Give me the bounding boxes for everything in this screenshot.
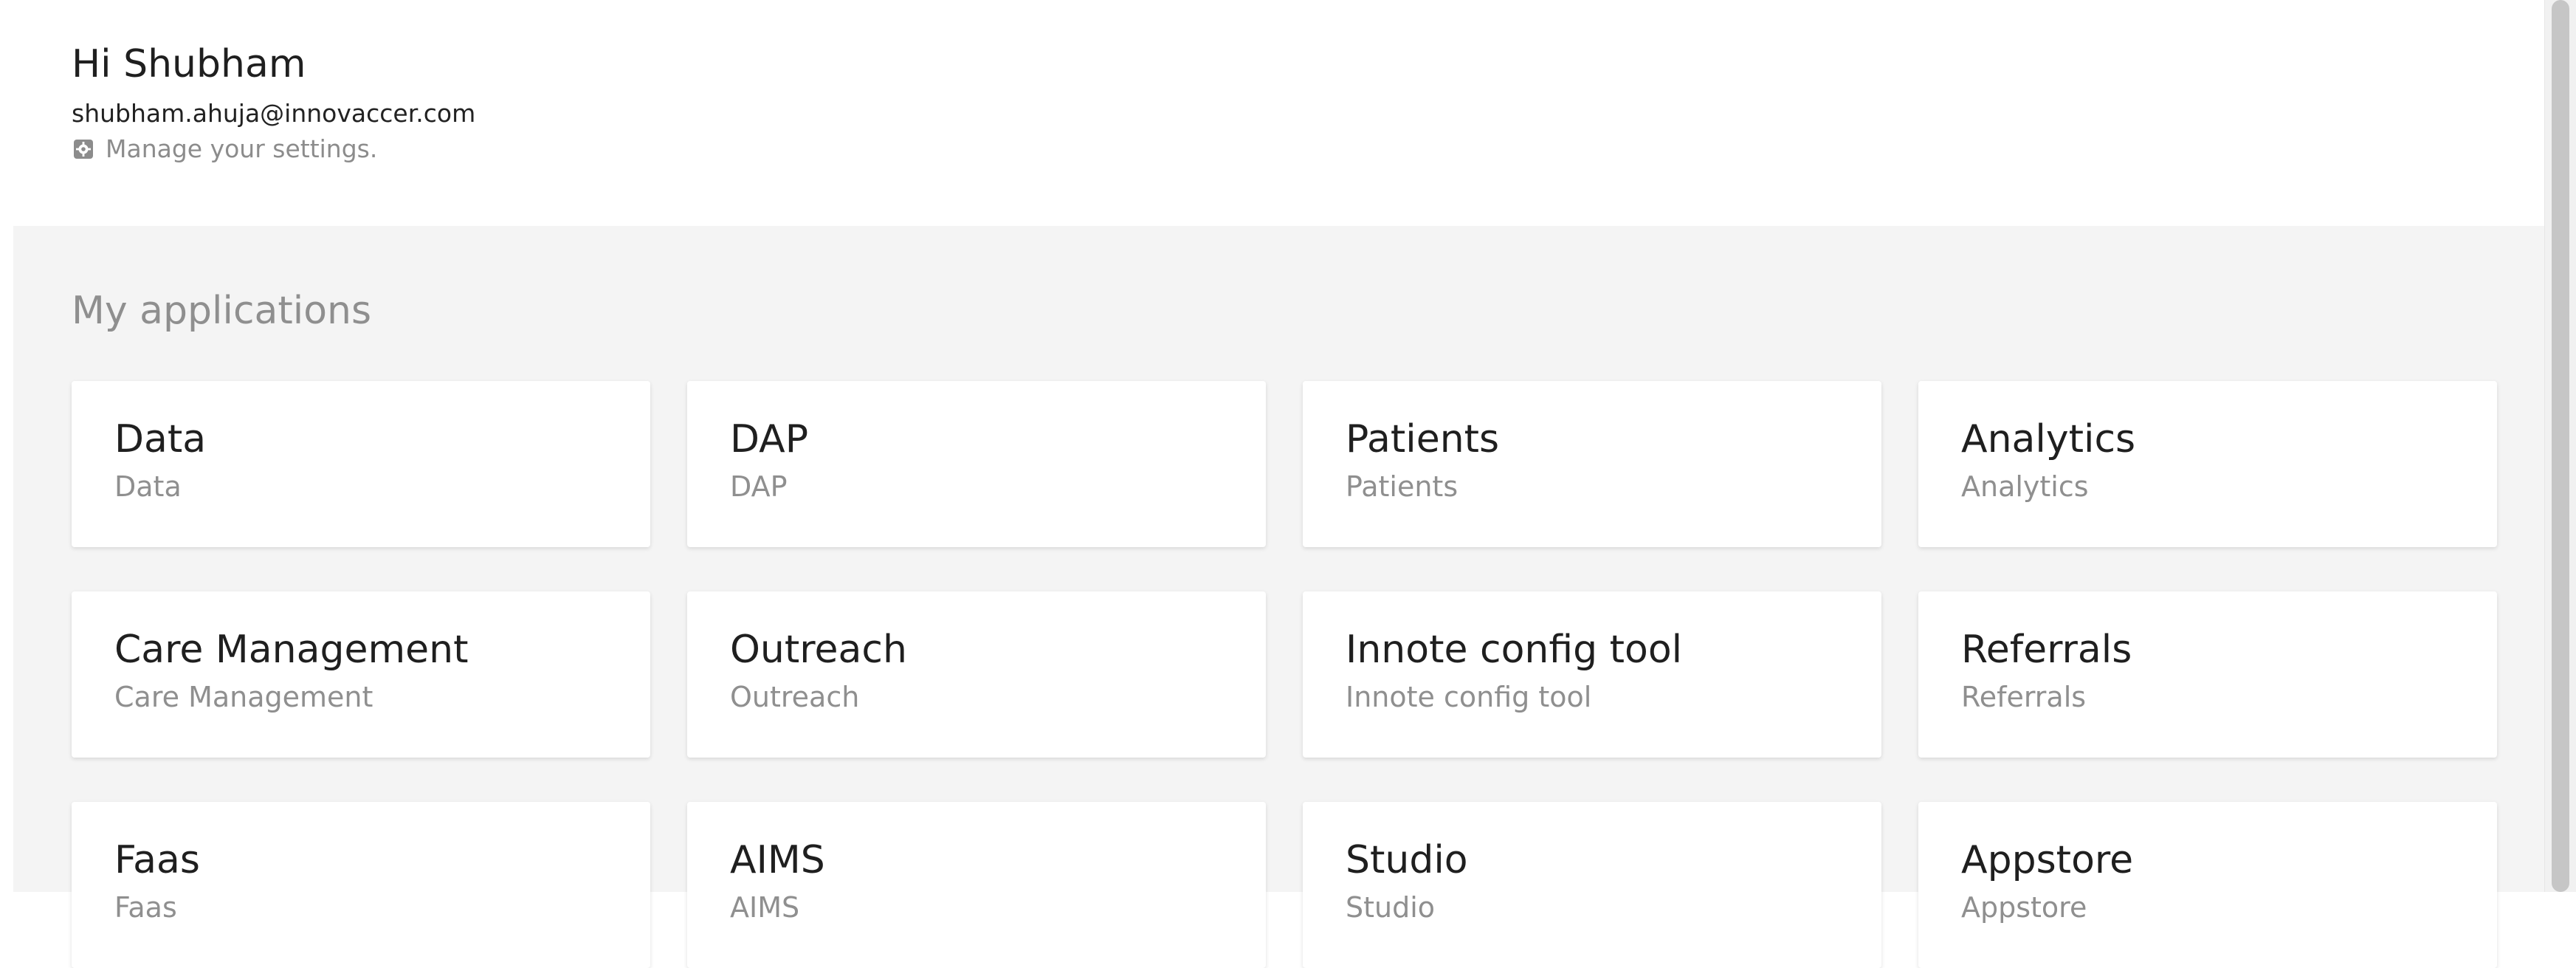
app-card-data[interactable]: Data Data (72, 381, 650, 547)
app-card-subtitle: AIMS (730, 891, 800, 924)
manage-settings-link[interactable]: Manage your settings. (72, 133, 957, 165)
applications-title: My applications (72, 289, 372, 333)
app-card-subtitle: Data (114, 470, 182, 503)
applications-section: My applications Data Data DAP DAP Patien… (13, 226, 2545, 968)
app-card-title: Analytics (1961, 417, 2136, 461)
app-card-subtitle: Referrals (1961, 681, 2087, 713)
app-home-page: Hi Shubham shubham.ahuja@innovaccer.com … (0, 0, 2545, 968)
vertical-scrollbar[interactable] (2544, 0, 2576, 892)
app-card-referrals[interactable]: Referrals Referrals (1918, 591, 2497, 758)
app-card-title: DAP (730, 417, 809, 461)
app-card-aims[interactable]: AIMS AIMS (687, 802, 1266, 968)
app-card-subtitle: Appstore (1961, 891, 2087, 924)
gear-icon (72, 137, 95, 161)
settings-label: Manage your settings. (106, 134, 378, 163)
app-card-title: AIMS (730, 838, 825, 882)
app-card-title: Data (114, 417, 207, 461)
user-email: shubham.ahuja@innovaccer.com (72, 99, 476, 128)
app-card-title: Appstore (1961, 838, 2134, 882)
app-card-subtitle: Analytics (1961, 470, 2089, 503)
app-card-appstore[interactable]: Appstore Appstore (1918, 802, 2497, 968)
app-card-care-management[interactable]: Care Management Care Management (72, 591, 650, 758)
app-card-innote-config-tool[interactable]: Innote config tool Innote config tool (1303, 591, 1881, 758)
scrollbar-thumb[interactable] (2552, 0, 2569, 892)
app-card-subtitle: Patients (1346, 470, 1459, 503)
app-card-subtitle: Care Management (114, 681, 373, 713)
app-card-analytics[interactable]: Analytics Analytics (1918, 381, 2497, 547)
app-card-patients[interactable]: Patients Patients (1303, 381, 1881, 547)
app-card-dap[interactable]: DAP DAP (687, 381, 1266, 547)
app-card-subtitle: Innote config tool (1346, 681, 1592, 713)
app-card-title: Patients (1346, 417, 1500, 461)
app-card-subtitle: Studio (1346, 891, 1436, 924)
app-card-subtitle: Outreach (730, 681, 860, 713)
app-card-title: Innote config tool (1346, 628, 1683, 672)
app-card-subtitle: DAP (730, 470, 788, 503)
app-card-subtitle: Faas (114, 891, 177, 924)
app-card-title: Faas (114, 838, 200, 882)
app-card-title: Care Management (114, 628, 469, 672)
applications-grid: Data Data DAP DAP Patients Patients Anal… (72, 381, 2497, 968)
app-card-title: Outreach (730, 628, 907, 672)
app-card-title: Studio (1346, 838, 1468, 882)
app-card-studio[interactable]: Studio Studio (1303, 802, 1881, 968)
app-card-title: Referrals (1961, 628, 2132, 672)
app-card-faas[interactable]: Faas Faas (72, 802, 650, 968)
app-card-outreach[interactable]: Outreach Outreach (687, 591, 1266, 758)
user-header: Hi Shubham shubham.ahuja@innovaccer.com … (72, 38, 957, 165)
greeting-title: Hi Shubham (72, 42, 306, 86)
